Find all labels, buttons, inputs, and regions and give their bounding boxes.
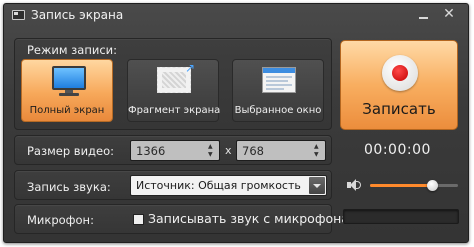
mode-full-screen-label: Полный экран bbox=[29, 105, 105, 116]
sound-label: Запись звука: bbox=[27, 180, 111, 194]
mode-full-screen-button[interactable]: Полный экран bbox=[21, 59, 113, 122]
record-button[interactable]: Записать bbox=[340, 40, 458, 130]
microphone-panel: Микрофон: Записывать звук с микрофона bbox=[14, 204, 349, 234]
sound-source-select[interactable]: Источник: Общая громкость bbox=[130, 175, 327, 196]
app-window-icon bbox=[12, 10, 25, 20]
size-separator: x bbox=[225, 144, 232, 157]
video-size-label: Размер видео: bbox=[27, 144, 114, 158]
record-button-label: Записать bbox=[362, 100, 436, 118]
volume-slider[interactable] bbox=[370, 184, 458, 187]
sound-panel: Запись звука: Источник: Общая громкость bbox=[14, 170, 332, 200]
screen-recorder-window: Запись экрана ✕ Режим записи: Полный экр… bbox=[3, 3, 469, 243]
microphone-label: Микрофон: bbox=[27, 213, 94, 227]
recording-timer: 00:00:00 bbox=[364, 142, 431, 158]
video-width-stepper[interactable]: 1366 ▲ ▼ bbox=[130, 140, 220, 161]
screen-fragment-icon: ↗ bbox=[157, 62, 195, 93]
video-height-stepper[interactable]: 768 ▲ ▼ bbox=[236, 140, 326, 161]
sound-source-value: Источник: Общая громкость bbox=[136, 179, 301, 192]
microphone-checkbox[interactable] bbox=[133, 214, 144, 225]
mode-window-button[interactable]: Выбранное окно bbox=[232, 59, 324, 122]
speaker-icon[interactable] bbox=[347, 178, 361, 192]
mode-fragment-label: Фрагмент экрана bbox=[128, 105, 221, 116]
mode-fragment-button[interactable]: ↗ Фрагмент экрана bbox=[127, 59, 221, 122]
video-size-panel: Размер видео: 1366 ▲ ▼ x 768 ▲ ▼ bbox=[14, 135, 332, 165]
video-height-value: 768 bbox=[242, 144, 264, 158]
minimize-icon[interactable] bbox=[417, 7, 431, 21]
close-icon[interactable]: ✕ bbox=[442, 7, 456, 21]
volume-slider-fill bbox=[370, 184, 432, 187]
window-title: Запись экрана bbox=[31, 8, 124, 22]
width-up-icon[interactable]: ▲ bbox=[208, 143, 216, 150]
window-icon bbox=[262, 67, 296, 93]
record-icon bbox=[382, 55, 418, 91]
title-bar: Запись экрана ✕ bbox=[4, 4, 468, 26]
height-up-icon[interactable]: ▲ bbox=[314, 143, 322, 150]
chevron-down-icon[interactable] bbox=[309, 177, 325, 194]
recording-mode-label: Режим записи: bbox=[27, 43, 118, 57]
height-down-icon[interactable]: ▼ bbox=[314, 151, 322, 158]
audio-level-meter bbox=[343, 209, 459, 224]
mode-window-label: Выбранное окно bbox=[234, 105, 322, 116]
width-down-icon[interactable]: ▼ bbox=[208, 151, 216, 158]
microphone-checkbox-label[interactable]: Записывать звук с микрофона bbox=[148, 211, 349, 226]
video-width-value: 1366 bbox=[136, 144, 166, 158]
monitor-icon bbox=[52, 66, 86, 96]
volume-slider-knob[interactable] bbox=[426, 180, 438, 191]
recording-mode-panel: Режим записи: Полный экран ↗ Фрагмент эк… bbox=[14, 38, 332, 130]
